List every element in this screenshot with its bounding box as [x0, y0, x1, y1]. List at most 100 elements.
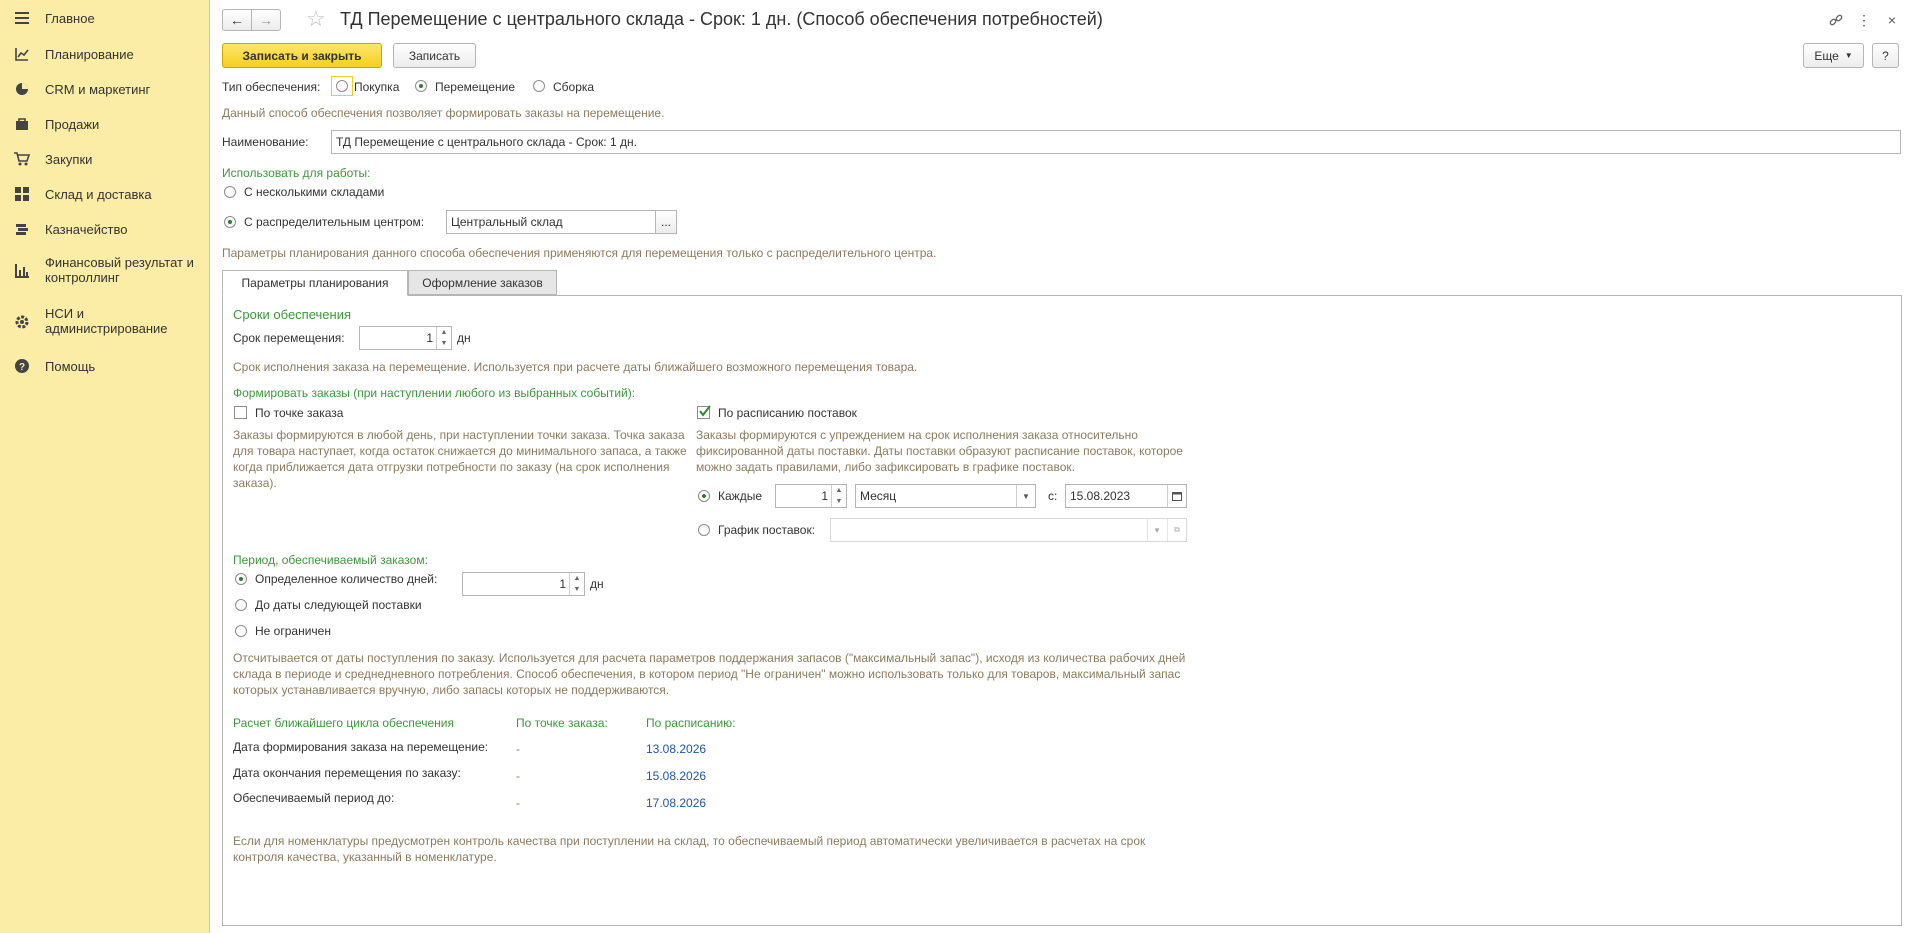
radio-every[interactable] [698, 490, 710, 502]
cart-icon [14, 151, 30, 167]
gear-icon [14, 314, 30, 330]
save-close-button[interactable]: Записать и закрыть [222, 43, 382, 68]
radio-period-next[interactable] [235, 599, 247, 611]
bar-chart-icon [14, 263, 30, 279]
sidebar-item-crm[interactable]: CRM и маркетинг [0, 80, 209, 98]
period-days-spinner[interactable]: ▲ ▼ [569, 573, 584, 595]
sidebar-item-label: Финансовый результат и контроллинг [45, 255, 194, 285]
chevron-down-icon[interactable]: ▼ [1147, 519, 1166, 541]
open-icon[interactable]: ⧉ [1167, 519, 1186, 541]
calendar-icon[interactable] [1167, 485, 1186, 507]
move-term-unit: дн [457, 331, 471, 345]
dist-center-input[interactable]: Центральный склад [446, 210, 656, 234]
radio-period-days[interactable] [235, 573, 247, 585]
forward-button[interactable]: → [251, 9, 281, 31]
calc-row-order-point: - [516, 769, 520, 783]
tab-panel: Сроки обеспечения Срок перемещения: 1 ▲ ▼… [222, 295, 1902, 926]
pie-chart-icon [14, 81, 30, 97]
calc-row-schedule[interactable]: 17.08.2026 [646, 796, 706, 810]
star-icon[interactable]: ☆ [306, 6, 326, 32]
period-days-label: Определенное количество дней: [255, 572, 438, 586]
arrow-right-icon: → [259, 12, 273, 28]
back-button[interactable]: ← [222, 9, 252, 31]
name-label: Наименование: [222, 135, 309, 149]
svg-text:?: ? [19, 362, 25, 373]
sidebar-item-warehouse[interactable]: Склад и доставка [0, 185, 209, 203]
more-vert-icon[interactable]: ⋮ [1853, 9, 1875, 31]
sidebar-item-label: Казначейство [45, 221, 128, 237]
radio-assembly[interactable] [533, 80, 545, 92]
bag-icon [14, 116, 30, 132]
schedule-checkbox[interactable] [697, 405, 711, 419]
period-unlimited-label: Не ограничен [255, 624, 331, 638]
col-schedule: По расписанию: [646, 716, 736, 730]
schedule-label: По расписанию поставок [718, 406, 857, 420]
dist-center-select-button[interactable]: ... [655, 210, 677, 234]
sidebar-item-main[interactable]: Главное [0, 9, 209, 27]
name-input[interactable]: ТД Перемещение с центрального склада - С… [331, 130, 1901, 154]
sidebar-item-label: Главное [45, 10, 95, 26]
tab-order-processing[interactable]: Оформление заказов [408, 270, 557, 295]
radio-transfer[interactable] [415, 80, 427, 92]
schedule-hint: Заказы формируются с упреждением на срок… [696, 428, 1183, 474]
sidebar-item-label: Помощь [45, 358, 96, 374]
close-icon[interactable]: × [1881, 9, 1903, 31]
every-input[interactable]: 1 ▲ ▼ [775, 484, 847, 508]
sidebar-item-admin[interactable]: НСИ и администрирование [0, 306, 209, 338]
calc-row-label: Дата формирования заказа на перемещение: [233, 740, 489, 754]
sidebar-item-label: Продажи [45, 116, 100, 132]
radio-dist-center[interactable] [224, 216, 236, 228]
sidebar-item-sales[interactable]: Продажи [0, 115, 209, 133]
radio-delivery-schedule[interactable] [698, 524, 710, 536]
chevron-down-icon[interactable]: ▼ [1016, 485, 1035, 507]
help-icon: ? [14, 358, 30, 374]
sidebar-item-finance[interactable]: Финансовый результат и контроллинг [0, 255, 209, 287]
calc-row-label: Дата окончания перемещения по заказу: [233, 766, 461, 780]
sidebar-item-label: Склад и доставка [45, 186, 152, 202]
from-label: с: [1048, 489, 1058, 503]
sidebar-item-label: Закупки [45, 151, 93, 167]
link-icon[interactable] [1825, 9, 1847, 31]
sidebar-item-treasury[interactable]: Казначейство [0, 220, 209, 238]
radio-transfer-label: Перемещение [435, 80, 515, 94]
tab-planning-params[interactable]: Параметры планирования [222, 270, 408, 296]
from-date-input[interactable]: 15.08.2023 [1065, 484, 1187, 508]
chevron-down-icon: ▼ [1844, 51, 1853, 60]
calc-row-schedule[interactable]: 13.08.2026 [646, 742, 706, 756]
period-next-label: До даты следующей поставки [255, 598, 422, 612]
more-label: Еще [1814, 48, 1839, 63]
delivery-schedule-label: График поставок: [718, 523, 816, 537]
period-select-value: Месяц [860, 489, 897, 503]
order-point-label: По точке заказа [255, 406, 344, 420]
menu-icon [14, 10, 30, 26]
order-point-checkbox[interactable] [234, 406, 247, 419]
sidebar-item-help[interactable]: ? Помощь [0, 357, 209, 375]
radio-multi-warehouses[interactable] [224, 186, 236, 198]
move-term-value: 1 [426, 331, 433, 345]
delivery-schedule-input[interactable]: ▼ ⧉ [830, 518, 1187, 542]
dist-center-label: С распределительным центром: [244, 215, 425, 229]
save-button[interactable]: Записать [393, 43, 476, 68]
help-button[interactable]: ? [1872, 43, 1899, 68]
terms-title: Сроки обеспечения [233, 307, 351, 322]
move-term-input[interactable]: 1 ▲ ▼ [359, 326, 452, 350]
calc-title: Расчет ближайшего цикла обеспечения [233, 716, 454, 730]
every-spinner[interactable]: ▲ ▼ [831, 485, 846, 507]
move-term-spinner[interactable]: ▲ ▼ [436, 327, 451, 349]
sidebar-item-planning[interactable]: Планирование [0, 45, 209, 63]
radio-purchase[interactable] [336, 80, 348, 92]
multi-warehouses-label: С несколькими складами [244, 185, 385, 199]
period-days-value: 1 [559, 577, 566, 591]
calc-row-schedule[interactable]: 15.08.2026 [646, 769, 706, 783]
period-select[interactable]: Месяц ▼ [855, 484, 1036, 508]
use-for-work-label: Использовать для работы: [222, 166, 371, 180]
sidebar-item-label: НСИ и администрирование [45, 306, 168, 336]
main-form: ← → ☆ ТД Перемещение с центрального скла… [210, 0, 1913, 933]
radio-period-unlimited[interactable] [235, 625, 247, 637]
calc-row-order-point: - [516, 742, 520, 756]
sidebar-item-purchases[interactable]: Закупки [0, 150, 209, 168]
order-point-hint: Заказы формируются в любой день, при нас… [233, 428, 687, 490]
more-button[interactable]: Еще ▼ [1803, 43, 1864, 68]
period-days-input[interactable]: 1 ▲ ▼ [462, 572, 585, 596]
period-title: Период, обеспечиваемый заказом: [233, 553, 428, 567]
